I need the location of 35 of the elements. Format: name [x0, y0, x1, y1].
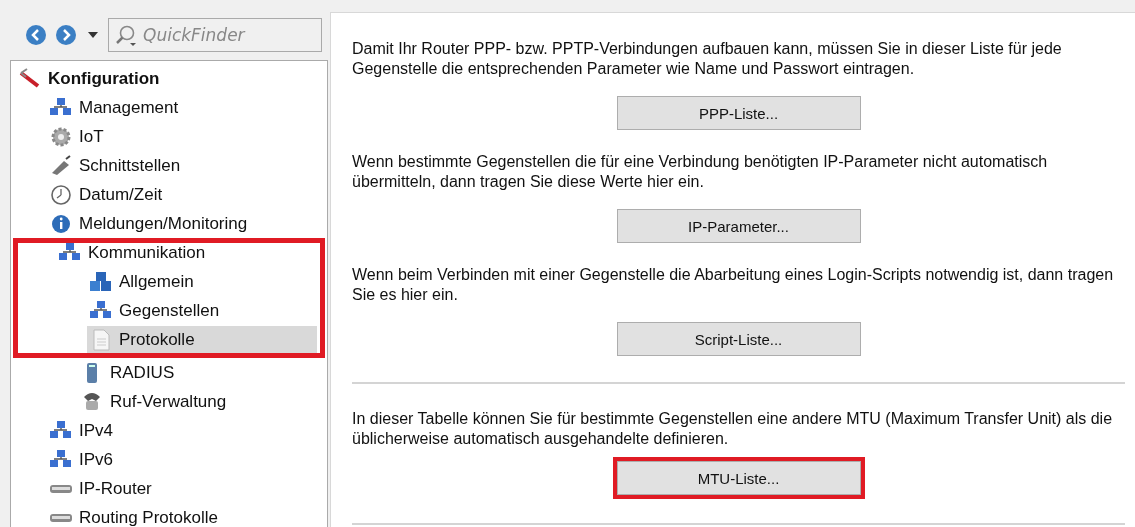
tree-item[interactable]: Kommunikation: [56, 239, 317, 266]
tree-item[interactable]: IPv4: [47, 417, 331, 444]
tree-item[interactable]: Management: [47, 94, 331, 121]
tree-item[interactable]: Routing Protokolle: [47, 504, 331, 527]
tree-item[interactable]: Konfiguration: [16, 65, 331, 92]
description-text: Wenn bestimmte Gegenstellen die für eine Verbindung benötigten IP-Parameter nicht automatisch übermitteln, dann tragen Sie diese Werte hier ein.: [352, 152, 1049, 192]
tree-item[interactable]: Ruf-Verwaltung: [78, 388, 331, 415]
description-text: Damit Ihr Router PPP- bzw. PPTP-Verbindungen aufbauen kann, müssen Sie in dieser Liste für jede Gegenstelle die entsprechenden Parameter wie Name und Passwort eintragen.: [352, 39, 1063, 79]
tree-item-icon: [89, 270, 113, 293]
tree-item-icon: [49, 125, 73, 148]
tree-item[interactable]: IoT: [47, 123, 331, 150]
description-text: Wenn beim Verbinden mit einer Gegenstelle die Abarbeitung eines Login-Scripts notwendig ist, dann tragen Sie es hier ein.: [352, 265, 1115, 305]
forward-button[interactable]: [54, 23, 78, 47]
tree-item-icon: [49, 512, 73, 523]
tree-item-icon: [49, 212, 73, 235]
tree-item-icon: [49, 483, 73, 494]
search-field[interactable]: QuickFinder: [108, 18, 322, 52]
tree-item-icon: [18, 67, 42, 90]
list-button[interactable]: IP-Parameter...: [616, 209, 861, 243]
list-button[interactable]: PPP-Liste...: [616, 96, 861, 130]
tree-item[interactable]: IP-Router: [47, 475, 331, 502]
back-button[interactable]: [24, 23, 48, 47]
tree-item[interactable]: Schnittstellen: [47, 152, 331, 179]
list-button[interactable]: Script-Liste...: [616, 322, 861, 356]
description-text: In dieser Tabelle können Sie für bestimmte Gegenstellen eine andere MTU (Maximum Transfer Unit) als die üblicherweise automatisch ausgehandelte definieren.: [352, 409, 1114, 449]
tree-item[interactable]: Meldungen/Monitoring: [47, 210, 331, 237]
tree-item[interactable]: Datum/Zeit: [47, 181, 331, 208]
tree-item-icon: [49, 183, 73, 206]
tree-item[interactable]: IPv6: [47, 446, 331, 473]
list-button[interactable]: MTU-Liste...: [616, 461, 861, 495]
tree-item[interactable]: Protokolle: [87, 326, 317, 353]
tree-item[interactable]: RADIUS: [78, 359, 331, 386]
tree-item[interactable]: Allgemein: [87, 268, 317, 295]
dropdown-caret-icon[interactable]: [88, 32, 98, 38]
tree-item[interactable]: Gegenstellen: [87, 297, 317, 324]
